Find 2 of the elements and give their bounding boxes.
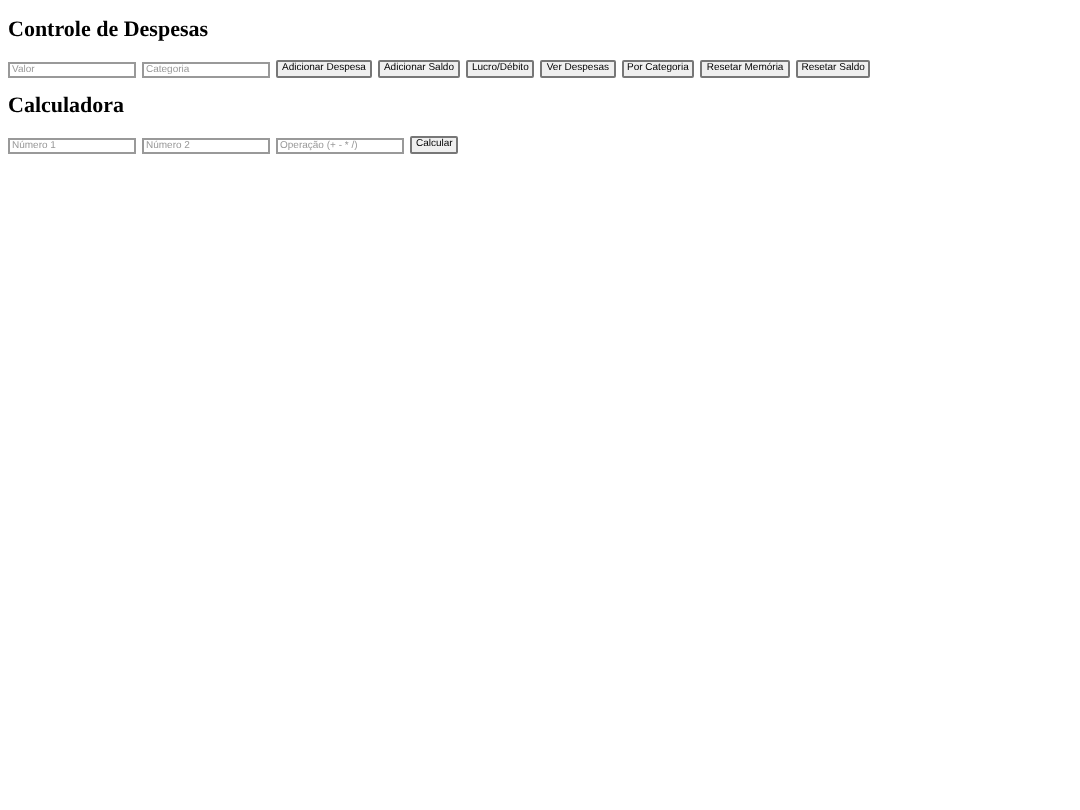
section-heading: Calculadora xyxy=(8,94,127,118)
section-heading: Controle de Despesas xyxy=(8,18,211,42)
